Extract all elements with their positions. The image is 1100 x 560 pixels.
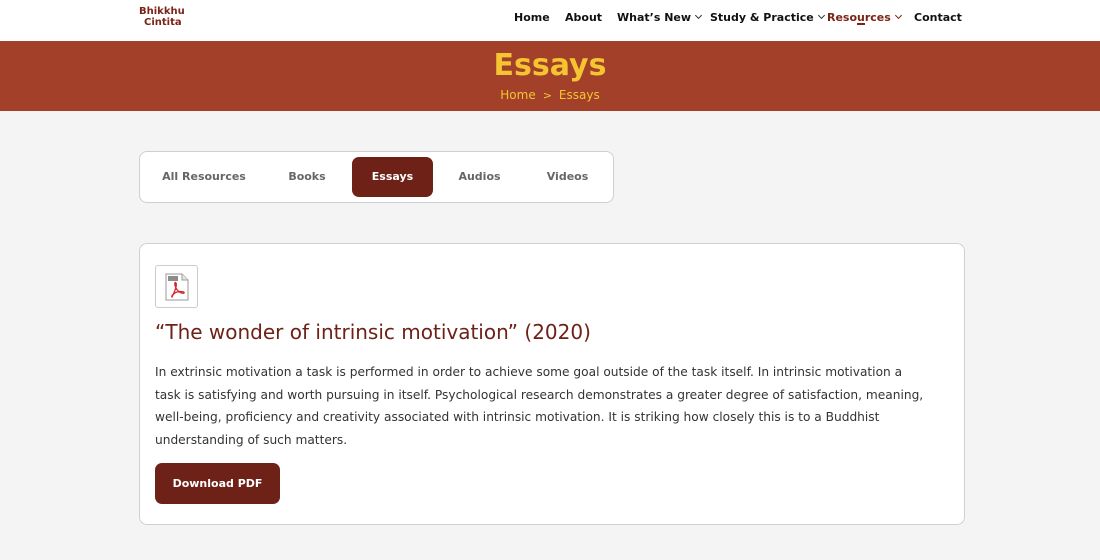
tab-videos[interactable]: Videos xyxy=(528,157,607,197)
breadcrumb-home[interactable]: Home xyxy=(500,88,535,102)
breadcrumb-separator: > xyxy=(542,89,552,102)
essay-title: “The wonder of intrinsic motivation” (20… xyxy=(155,320,591,344)
breadcrumb-current: Essays xyxy=(558,88,600,102)
active-nav-indicator xyxy=(857,23,865,25)
nav-study-practice-label: Study & Practice xyxy=(710,11,814,24)
nav-home[interactable]: Home xyxy=(514,11,550,24)
page-title: Essays xyxy=(493,48,607,83)
nav-about-label: About xyxy=(565,11,603,24)
nav-about[interactable]: About xyxy=(565,11,602,24)
nav-study-practice[interactable]: Study & Practice xyxy=(710,11,825,24)
main-nav: Home About What’s New Study & Practice R… xyxy=(0,11,1100,25)
nav-whats-new[interactable]: What’s New xyxy=(617,11,703,24)
site-header: Bhikkhu Cintita Home About What’s New St… xyxy=(0,0,1100,41)
nav-whats-new-label: What’s New xyxy=(617,11,692,24)
chevron-down-icon xyxy=(694,11,703,20)
tab-audios[interactable]: Audios xyxy=(442,157,517,197)
chevron-down-icon xyxy=(894,11,902,20)
page-banner: Essays Home > Essays xyxy=(0,41,1100,111)
nav-contact[interactable]: Contact xyxy=(914,11,962,24)
download-pdf-button[interactable]: Download PDF xyxy=(155,463,280,504)
tab-books[interactable]: Books xyxy=(270,157,344,197)
chevron-down-icon xyxy=(817,11,825,20)
resource-tabs: All Resources Books Essays Audios Videos xyxy=(139,151,614,203)
breadcrumb: Home > Essays xyxy=(0,88,1100,102)
essay-description: In extrinsic motivation a task is perfor… xyxy=(155,365,924,448)
essay-card: “The wonder of intrinsic motivation” (20… xyxy=(139,243,965,525)
nav-home-label: Home xyxy=(514,11,550,24)
tab-all-resources[interactable]: All Resources xyxy=(150,157,258,197)
nav-contact-label: Contact xyxy=(914,11,962,24)
pdf-file-icon xyxy=(155,265,198,308)
tab-essays[interactable]: Essays xyxy=(352,157,433,197)
